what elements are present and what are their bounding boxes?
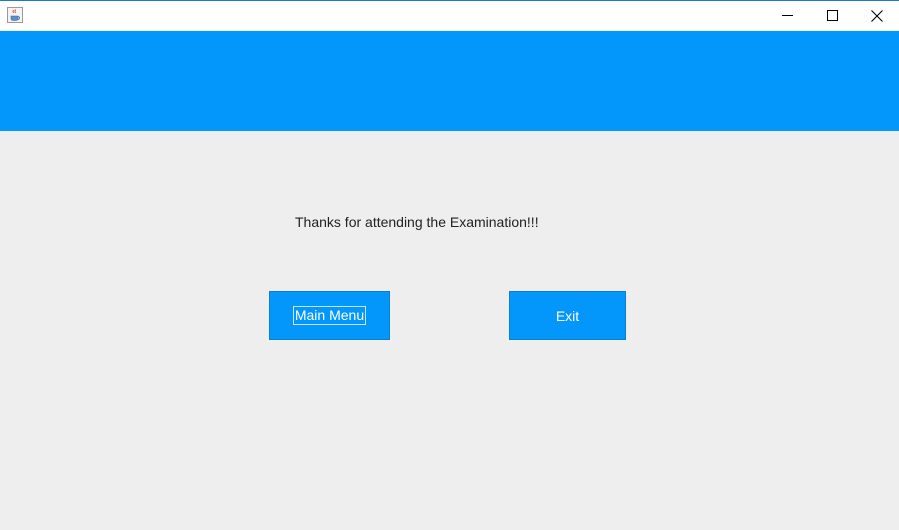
header-banner	[0, 31, 899, 131]
close-button[interactable]	[854, 1, 899, 30]
close-icon	[871, 9, 883, 22]
minimize-button[interactable]	[764, 1, 810, 30]
title-bar[interactable]	[0, 0, 899, 30]
thank-you-message: Thanks for attending the Examination!!!	[295, 214, 539, 230]
exit-button[interactable]: Exit	[509, 291, 626, 340]
main-menu-button-label: Main Menu	[292, 306, 367, 325]
minimize-icon	[781, 10, 793, 21]
java-coffee-cup-icon	[7, 7, 23, 23]
application-window: Thanks for attending the Examination!!! …	[0, 0, 899, 530]
maximize-button[interactable]	[809, 1, 855, 30]
exit-button-label: Exit	[555, 307, 580, 324]
maximize-icon	[826, 10, 838, 21]
main-menu-button[interactable]: Main Menu	[269, 291, 390, 340]
